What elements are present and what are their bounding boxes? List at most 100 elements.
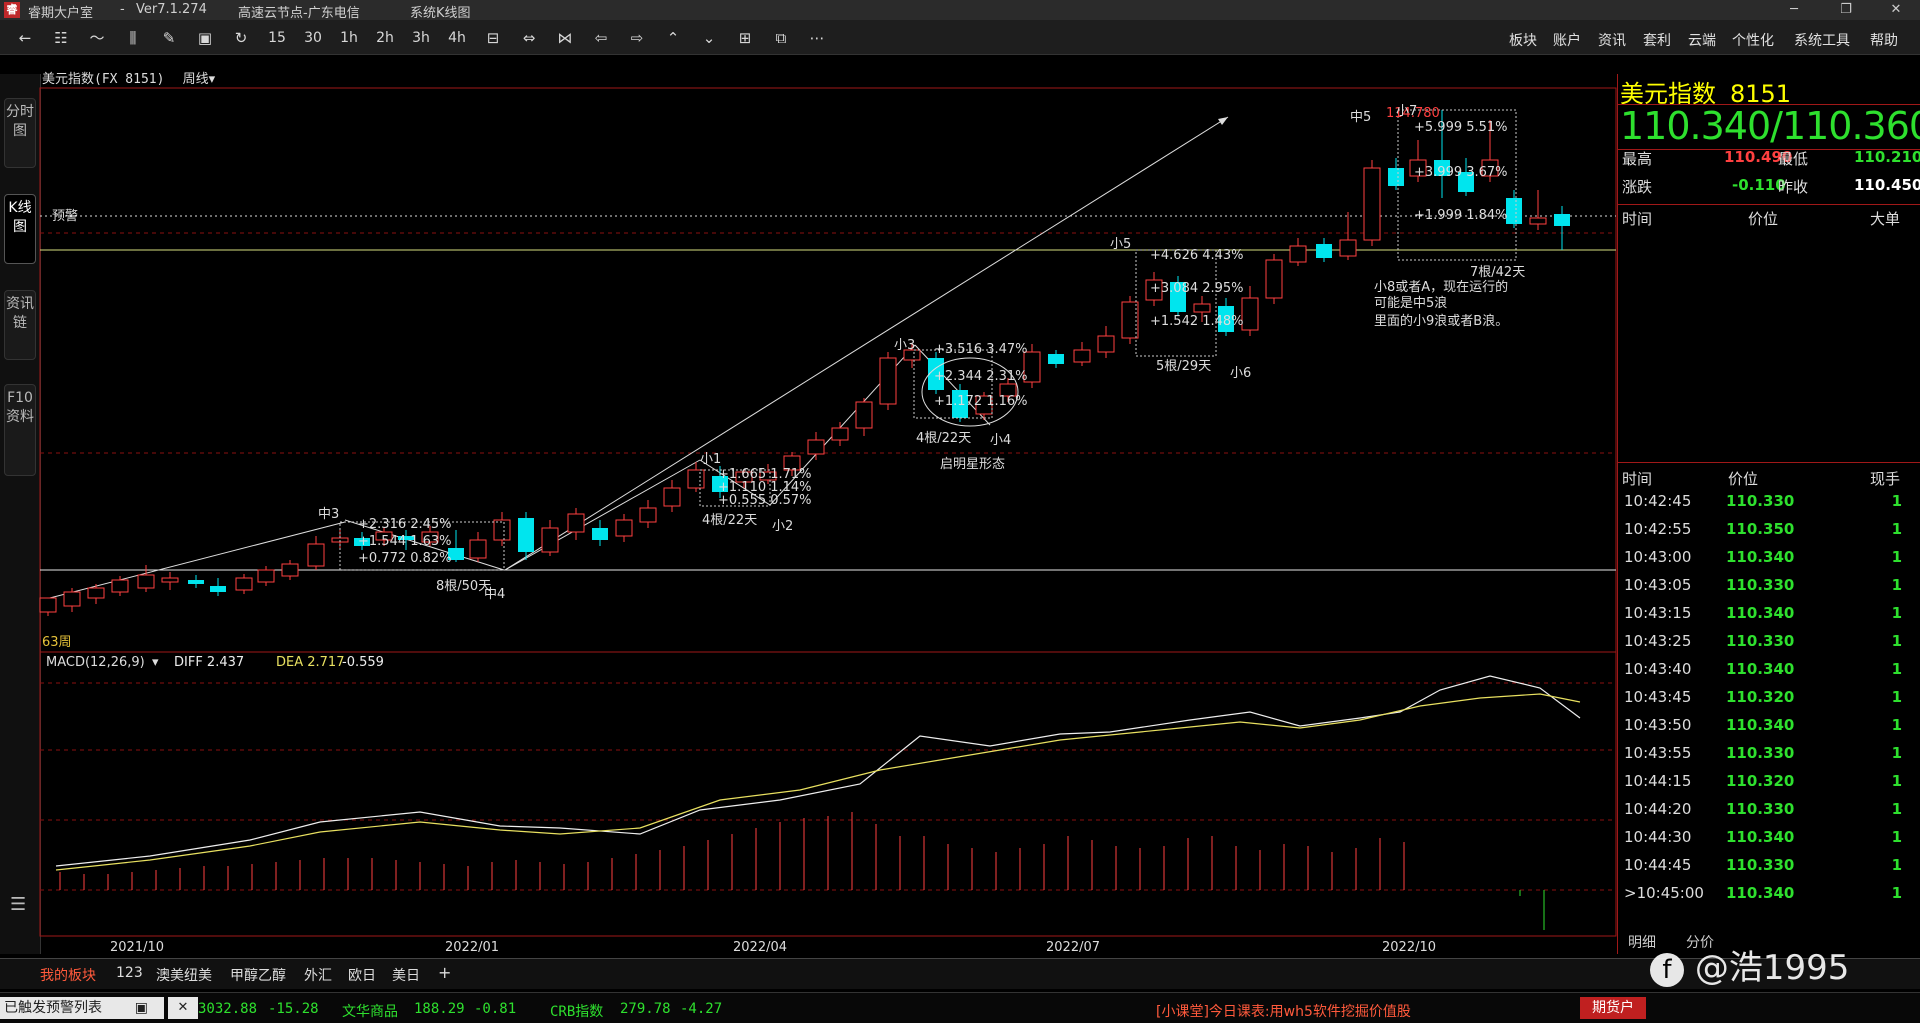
candle-body [63, 591, 81, 607]
x-tick: 2022/01 [445, 940, 499, 955]
tick-volume: 1 [1891, 828, 1902, 846]
candle-body [1529, 217, 1547, 225]
tick-price: 110.340 [1726, 716, 1795, 734]
tab-methanol[interactable]: 甲醇乙醇 [230, 965, 286, 985]
tick-time: 10:44:20 [1624, 800, 1692, 818]
label-xiao7: 小7 [1396, 104, 1417, 119]
candle-body [879, 357, 897, 405]
tick-row: >10:45:00 110.340 1 [1620, 884, 1920, 912]
menu-system-tools[interactable]: 系统工具 [1794, 30, 1850, 50]
alert-list-button[interactable]: 已触发预警列表 ▣ [0, 997, 164, 1019]
tick-row: 10:43:15 110.340 1 [1620, 604, 1920, 632]
tick-price: 110.330 [1726, 800, 1795, 818]
wave-note-3: 里面的小9浪或者B浪。 [1374, 313, 1508, 329]
candle-body [1316, 244, 1332, 258]
index2-name: 文华商品 [342, 1004, 398, 1020]
candle-body [1339, 239, 1357, 257]
alert-list-icon: ▣ [134, 1000, 148, 1016]
candle-body [831, 427, 849, 441]
restore-icon[interactable]: ❐ [1828, 0, 1864, 20]
menu-cloud[interactable]: 云端 [1688, 30, 1716, 50]
x5-count: 5根/29天 [1156, 359, 1211, 374]
tick-price: 110.330 [1726, 632, 1795, 650]
macd-title: MACD(12,26,9) [46, 655, 145, 670]
futures-account-button[interactable]: 期货户 [1580, 997, 1646, 1019]
tab-123[interactable]: 123 [116, 965, 143, 981]
tick-row: 10:43:55 110.330 1 [1620, 744, 1920, 772]
tick-time: 10:43:00 [1624, 548, 1692, 566]
kline-chart[interactable]: 预警 63周 中3 中4 中5 114.780 小7 小1 小2 小3 小4 小… [0, 0, 1618, 958]
tick-price: 110.320 [1726, 688, 1795, 706]
alert-close-icon[interactable]: ✕ [168, 997, 198, 1019]
tab-usd-jpy[interactable]: 美日 [392, 965, 420, 985]
close-icon[interactable]: ✕ [1878, 0, 1914, 20]
tick-volume: 1 [1891, 548, 1902, 566]
tab-eur-jpy[interactable]: 欧日 [348, 965, 376, 985]
tick-row: 10:43:00 110.340 1 [1620, 548, 1920, 576]
annotations: 63周 中3 中4 中5 114.780 小7 小1 小2 小3 小4 小5 小… [42, 104, 1525, 650]
z3-level-b: +1.544 1.63% [358, 534, 452, 549]
macd-dea: DEA 2.717 [276, 655, 344, 670]
add-tab-button[interactable]: + [438, 963, 451, 982]
tick-row: 10:43:45 110.320 1 [1620, 688, 1920, 716]
candle-body [615, 519, 633, 537]
tick-time: 10:42:55 [1624, 520, 1692, 538]
menu-personalize[interactable]: 个性化 [1732, 30, 1774, 50]
tick-volume: 1 [1891, 632, 1902, 650]
candle-body [663, 487, 681, 507]
tick-row: 10:43:25 110.330 1 [1620, 632, 1920, 660]
tick-price: 110.340 [1726, 548, 1795, 566]
z3-level-a: +2.316 2.45% [358, 517, 452, 532]
menu-arbitrage[interactable]: 套利 [1643, 30, 1671, 50]
z3-count: 8根/50天 [436, 579, 491, 594]
index3-value: 279.78 [620, 1001, 671, 1017]
tick-price: 110.340 [1726, 828, 1795, 846]
tick-time: 10:43:05 [1624, 576, 1692, 594]
candle-body [592, 528, 608, 540]
tick-volume: 1 [1891, 520, 1902, 538]
macd-dropdown-icon: ▾ [152, 655, 159, 670]
candle-body [1048, 354, 1064, 364]
candle-body [87, 587, 105, 599]
tick-volume: 1 [1891, 744, 1902, 762]
candles [39, 110, 1570, 616]
tick-time: 10:43:15 [1624, 604, 1692, 622]
tick-time: 10:43:25 [1624, 632, 1692, 650]
index2-change: -0.81 [474, 1001, 517, 1017]
candle-body [1193, 303, 1211, 313]
bottom-sector-tabs: 我的板块 123 澳美纽美 甲醇乙醇 外汇 欧日 美日 + [0, 958, 1920, 989]
x-axis-labels: 2021/10 2022/01 2022/04 2022/07 2022/10 [110, 940, 1436, 955]
watermark: f @浩1995 [1650, 940, 1849, 989]
status-bar: 已触发预警列表 ▣ ✕ 3032.88 -15.28 文华商品 188.29 -0… [0, 992, 1920, 1023]
x-tick: 2022/07 [1046, 940, 1100, 955]
prev-close-value: 110.450 [1854, 176, 1920, 194]
index3-change: -4.27 [680, 1001, 723, 1017]
candle-body [1097, 335, 1115, 353]
candle-body [188, 580, 204, 584]
tick-volume: 1 [1891, 772, 1902, 790]
grid-lines [40, 232, 1616, 891]
wave-note-2: 可能是中5浪 [1374, 296, 1447, 311]
macd-histogram [59, 812, 1545, 930]
tick-volume: 1 [1891, 800, 1902, 818]
x3-level-b: +2.344 2.31% [934, 369, 1028, 384]
candle-body [518, 518, 534, 552]
diff-line [55, 675, 1581, 867]
class-ad-link[interactable]: [小课堂]今日课表:用wh5软件挖掘价值股 [1156, 1001, 1411, 1021]
index2-value: 188.29 [414, 1001, 465, 1017]
tab-aud-nzd[interactable]: 澳美纽美 [156, 965, 212, 985]
tab-forex[interactable]: 外汇 [304, 965, 332, 985]
candle-body [493, 519, 511, 541]
tab-my-sector[interactable]: 我的板块 [40, 965, 96, 985]
tick-time: 10:42:45 [1624, 492, 1692, 510]
tick-price: 110.330 [1726, 492, 1795, 510]
label-xiao4: 小4 [990, 433, 1011, 448]
minimize-icon[interactable]: ─ [1776, 0, 1812, 20]
tick-price: 110.340 [1726, 604, 1795, 622]
tick-row: 10:42:45 110.330 1 [1620, 492, 1920, 520]
candle-body [39, 597, 57, 613]
facebook-icon: f [1650, 952, 1684, 987]
tick-price: 110.320 [1726, 772, 1795, 790]
tick-row: 10:43:50 110.340 1 [1620, 716, 1920, 744]
menu-help[interactable]: 帮助 [1870, 30, 1898, 50]
